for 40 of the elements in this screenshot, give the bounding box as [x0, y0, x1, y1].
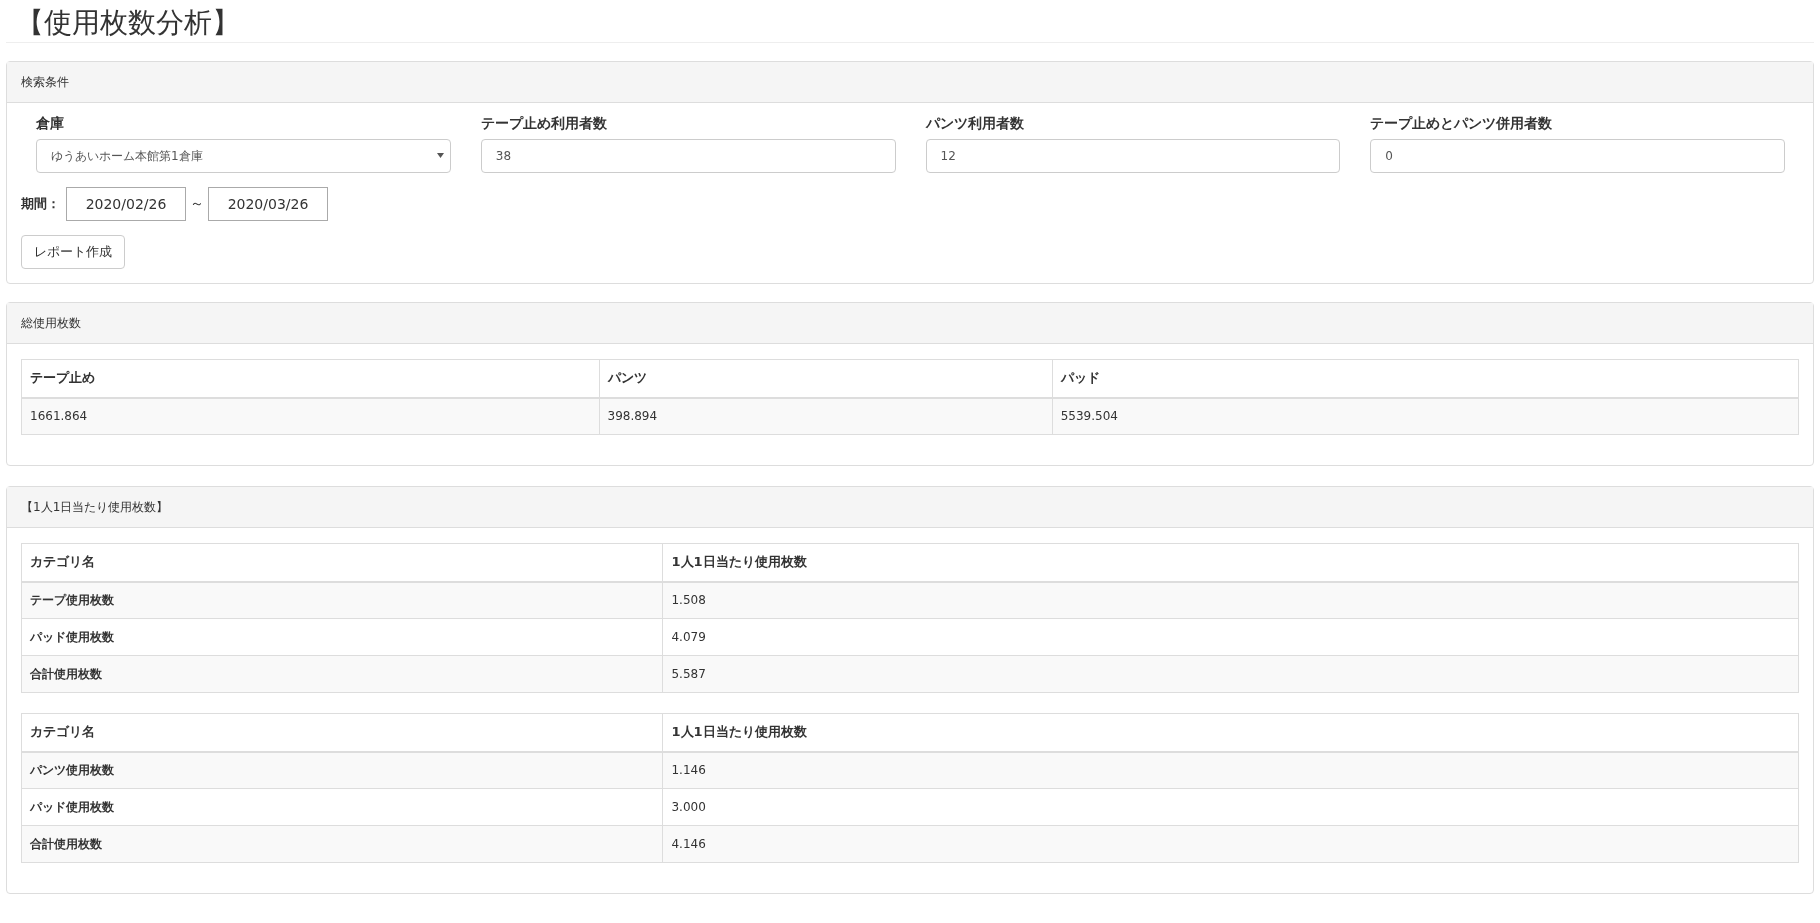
table-cell: 398.894: [599, 397, 1053, 435]
column-header: カテゴリ名: [21, 543, 663, 582]
table-cell: 5.587: [663, 655, 1799, 693]
panel-header: 検索条件: [7, 62, 1813, 103]
field-label: パンツ利用者数: [925, 115, 1025, 133]
select-field[interactable]: ゆうあいホーム本館第1倉庫: [36, 139, 451, 173]
column-header: テープ止め: [21, 359, 599, 398]
table-cell: 5539.504: [1052, 397, 1799, 435]
field-label: テープ止めとパンツ併用者数: [1370, 115, 1554, 133]
panel-header: 【1人1日当たり使用枚数】: [7, 487, 1813, 528]
column-header: パンツ: [599, 359, 1053, 398]
table-cell: 合計使用枚数: [21, 825, 663, 863]
column-header: 1人1日当たり使用枚数: [663, 543, 1799, 582]
panel-header: 総使用枚数: [7, 303, 1813, 344]
page-title: 【使用枚数分析】: [6, 0, 1814, 43]
period-label: 期間：: [21, 195, 60, 213]
date-field[interactable]: 2020/02/26: [66, 187, 186, 221]
table-cell: 4.079: [663, 618, 1799, 656]
table-cell: 1661.864: [21, 397, 599, 435]
table-cell: 4.146: [663, 825, 1799, 863]
input-field[interactable]: 38: [480, 139, 896, 173]
caret-icon: [436, 153, 444, 158]
table-cell: テープ使用枚数: [21, 581, 663, 619]
column-header: カテゴリ名: [21, 713, 663, 752]
report-button[interactable]: レポート作成: [21, 235, 125, 269]
input-field[interactable]: 0: [1370, 139, 1785, 173]
field-label: 倉庫: [36, 115, 65, 133]
table-cell: 1.146: [663, 751, 1799, 789]
column-header: 1人1日当たり使用枚数: [663, 713, 1799, 752]
input-field[interactable]: 12: [925, 139, 1341, 173]
table-cell: パッド使用枚数: [21, 618, 663, 656]
field-label: テープ止め利用者数: [480, 115, 608, 133]
table-cell: パッド使用枚数: [21, 788, 663, 826]
column-header: パッド: [1052, 359, 1799, 398]
range-separator: ～: [190, 195, 204, 213]
date-field[interactable]: 2020/03/26: [208, 187, 328, 221]
table-cell: パンツ使用枚数: [21, 751, 663, 789]
table-cell: 3.000: [663, 788, 1799, 826]
table-cell: 合計使用枚数: [21, 655, 663, 693]
table-cell: 1.508: [663, 581, 1799, 619]
